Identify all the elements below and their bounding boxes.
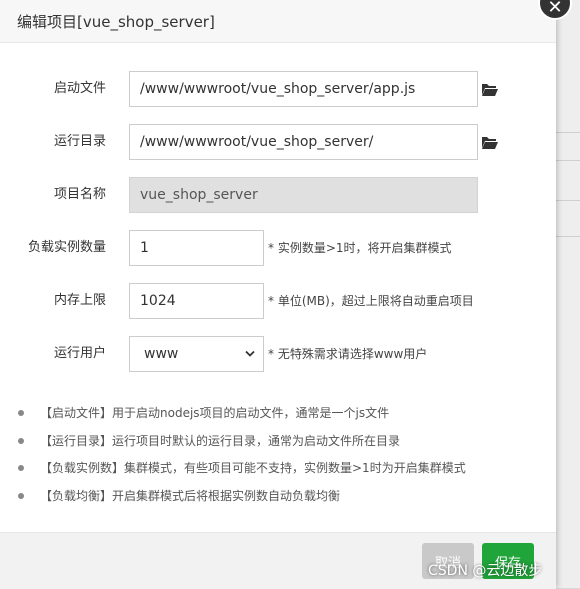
run-user-hint: * 无特殊需求请选择www用户 xyxy=(268,347,428,361)
start-file-row: 启动文件 /www/wwwroot/vue_shop_server/app.js xyxy=(0,71,556,107)
run-user-selected-value: www xyxy=(144,346,179,362)
dialog-title: 编辑项目[vue_shop_server] xyxy=(17,12,215,31)
list-item: 【启动文件】用于启动nodejs项目的启动文件，通常是一个js文件 xyxy=(18,402,548,430)
instances-label: 负载实例数量 xyxy=(27,240,106,255)
memory-row: 内存上限 1024 * 单位(MB)，超过上限将自动重启项目 xyxy=(0,283,556,319)
edit-project-dialog: 编辑项目[vue_shop_server] 启动文件 /www/wwwroot/… xyxy=(0,0,556,589)
bullet-icon xyxy=(18,465,24,471)
memory-input[interactable]: 1024 xyxy=(129,283,264,319)
instances-row: 负载实例数量 1 * 实例数量>1时，将开启集群模式 xyxy=(0,230,556,266)
watermark: CSDN @云边散步 xyxy=(428,563,543,579)
close-icon: ✕ xyxy=(547,0,563,18)
background-page xyxy=(556,0,580,588)
background-divider xyxy=(556,160,580,161)
list-item: 【负载实例数】集群模式，有些项目可能不支持，实例数量>1时为开启集群模式 xyxy=(18,457,548,485)
run-user-label: 运行用户 xyxy=(53,346,106,361)
instances-input[interactable]: 1 xyxy=(129,230,264,266)
list-item: 【运行目录】运行项目时默认的运行目录，通常为启动文件所在目录 xyxy=(18,430,548,458)
run-dir-input[interactable]: /www/wwwroot/vue_shop_server/ xyxy=(129,124,478,160)
run-user-select[interactable]: www xyxy=(129,336,264,372)
start-file-label: 启动文件 xyxy=(53,81,106,96)
folder-open-icon[interactable] xyxy=(481,134,499,150)
project-name-row: 项目名称 vue_shop_server xyxy=(0,177,556,213)
bullet-icon xyxy=(18,410,24,416)
background-divider xyxy=(556,200,580,201)
list-item: 【负载均衡】开启集群模式后将根据实例数自动负载均衡 xyxy=(18,485,548,513)
chevron-down-icon xyxy=(245,350,255,357)
start-file-input[interactable]: /www/wwwroot/vue_shop_server/app.js xyxy=(129,71,478,107)
background-divider xyxy=(556,132,580,133)
project-name-label: 项目名称 xyxy=(53,187,106,202)
dialog-header: 编辑项目[vue_shop_server] xyxy=(0,0,556,43)
instances-hint: * 实例数量>1时，将开启集群模式 xyxy=(268,241,452,255)
memory-label: 内存上限 xyxy=(53,293,106,308)
run-dir-label: 运行目录 xyxy=(53,134,106,149)
help-notes-list: 【启动文件】用于启动nodejs项目的启动文件，通常是一个js文件 【运行目录】… xyxy=(18,402,548,512)
project-name-input: vue_shop_server xyxy=(129,177,478,213)
background-divider xyxy=(556,236,580,237)
bullet-icon xyxy=(18,437,24,444)
bullet-icon xyxy=(18,492,24,499)
run-user-row: 运行用户 www * 无特殊需求请选择www用户 xyxy=(0,336,556,372)
memory-hint: * 单位(MB)，超过上限将自动重启项目 xyxy=(268,294,474,308)
run-dir-row: 运行目录 /www/wwwroot/vue_shop_server/ xyxy=(0,124,556,160)
folder-open-icon[interactable] xyxy=(481,81,499,97)
